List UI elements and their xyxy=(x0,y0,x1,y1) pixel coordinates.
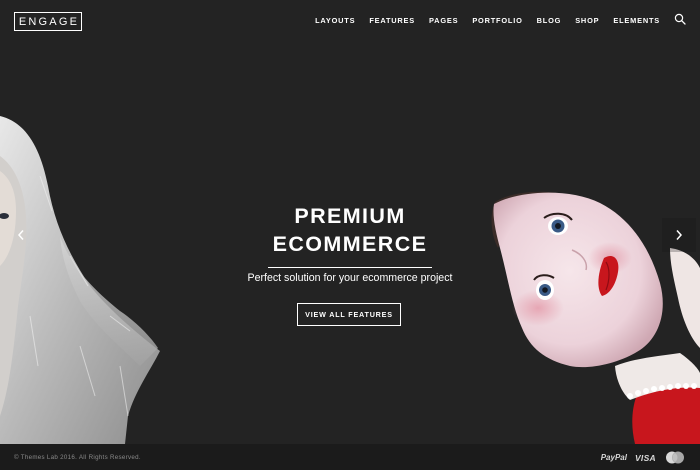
nav-pages[interactable]: PAGES xyxy=(429,16,458,25)
slider-prev-button[interactable] xyxy=(4,218,38,252)
hero-headline-line2: ECOMMERCE xyxy=(272,232,428,256)
hero-slider: PREMIUM ECOMMERCE Perfect solution for y… xyxy=(0,44,700,444)
hero-image-left xyxy=(0,116,160,444)
payment-methods: PayPal VISA xyxy=(601,451,686,464)
nav-portfolio[interactable]: PORTFOLIO xyxy=(472,16,522,25)
hero-headline: PREMIUM ECOMMERCE xyxy=(200,202,500,258)
site-footer: © Themes Lab 2016. All Rights Reserved. … xyxy=(0,444,700,470)
main-nav: LAYOUTS FEATURES PAGES PORTFOLIO BLOG SH… xyxy=(301,13,686,26)
copyright-text: © Themes Lab 2016. All Rights Reserved. xyxy=(14,454,141,461)
nav-shop[interactable]: SHOP xyxy=(575,16,599,25)
view-all-features-button[interactable]: VIEW ALL FEATURES xyxy=(297,303,401,326)
page: ENGAGE LAYOUTS FEATURES PAGES PORTFOLIO … xyxy=(0,0,700,470)
hero-headline-line1: PREMIUM xyxy=(294,204,406,228)
paypal-logo: PayPal xyxy=(600,453,627,462)
nav-features[interactable]: FEATURES xyxy=(369,16,415,25)
slider-next-button[interactable] xyxy=(662,218,696,252)
search-icon[interactable] xyxy=(674,13,686,25)
chevron-left-icon xyxy=(17,230,24,240)
nav-layouts[interactable]: LAYOUTS xyxy=(315,16,355,25)
site-header: ENGAGE LAYOUTS FEATURES PAGES PORTFOLIO … xyxy=(0,0,700,44)
visa-logo: VISA xyxy=(634,452,656,463)
mastercard-icon xyxy=(666,451,684,464)
nav-blog[interactable]: BLOG xyxy=(537,16,562,25)
logo[interactable]: ENGAGE xyxy=(14,12,82,31)
hero-subtitle: Perfect solution for your ecommerce proj… xyxy=(247,272,453,284)
hero-divider xyxy=(268,267,432,268)
nav-elements[interactable]: ELEMENTS xyxy=(613,16,660,25)
chevron-right-icon xyxy=(676,230,683,240)
